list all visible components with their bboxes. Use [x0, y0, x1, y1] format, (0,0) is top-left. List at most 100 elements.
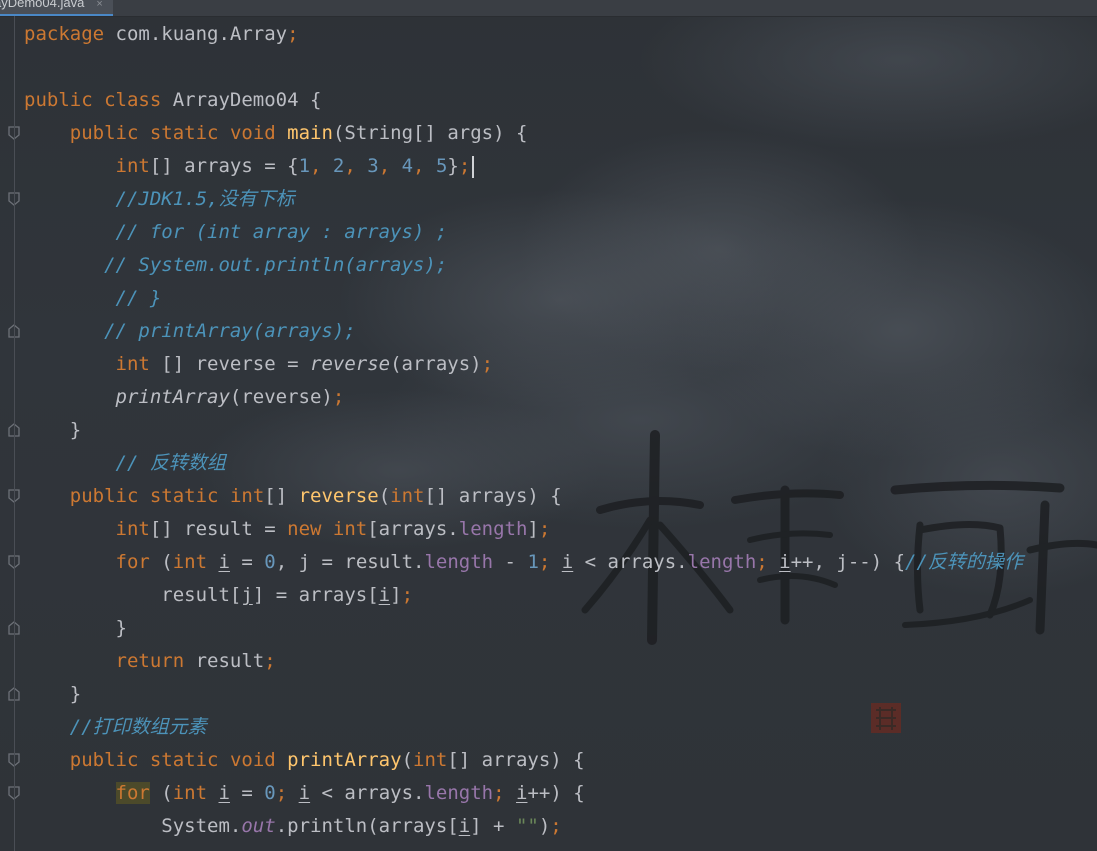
code-line-8[interactable]: // System.out.println(arrays); — [24, 249, 1097, 282]
type: int — [115, 518, 150, 540]
comment: //打印数组元素 — [69, 716, 207, 738]
code-line-6[interactable]: //JDK1.5,没有下标 — [24, 183, 1097, 216]
punctuation: ; — [538, 518, 551, 540]
code-line-10[interactable]: // printArray(arrays); — [24, 315, 1097, 348]
keyword: class — [104, 89, 162, 111]
code-line-9[interactable]: // } — [24, 282, 1097, 315]
type: int — [229, 485, 265, 507]
file-tab-arraydemo04[interactable]: ayDemo04.java × — [0, 0, 113, 16]
code-text: ++ — [790, 551, 814, 573]
code-line-17[interactable]: for (int i = 0, j = result.length - 1; i… — [24, 546, 1097, 579]
code-text: System. — [161, 815, 242, 837]
variable: i — [298, 782, 311, 804]
keyword: for — [115, 782, 150, 804]
field: length — [424, 782, 494, 804]
code-line-1[interactable]: package com.kuang.Array; — [24, 18, 1097, 51]
punctuation: ; — [756, 551, 780, 573]
code-text: result — [184, 650, 265, 672]
comment: // System.out.println(arrays); — [104, 254, 448, 276]
punctuation: ; — [332, 386, 345, 408]
code-line-23[interactable]: public static void printArray(int[] arra… — [24, 744, 1097, 777]
number: 5 — [435, 155, 448, 177]
comment: // } — [115, 287, 162, 309]
code-text: } — [69, 419, 82, 441]
code-text: - — [493, 551, 528, 573]
variable: j — [241, 584, 253, 606]
code-line-25[interactable]: System.out.println(arrays[i] + ""); — [24, 810, 1097, 843]
keyword: package — [24, 23, 105, 45]
number: 0 — [264, 782, 276, 804]
code-text: [] — [264, 485, 299, 507]
code-line-12[interactable]: printArray(reverse); — [24, 381, 1097, 414]
code-line-5[interactable]: int[] arrays = {1, 2, 3, 4, 5}; — [24, 150, 1097, 183]
keyword: public — [69, 122, 139, 144]
code-text: ] — [527, 518, 539, 540]
editor-window: ayDemo04.java × package com.kuang.Array; … — [0, 0, 1097, 851]
code-text: ] + — [470, 815, 516, 837]
comment: // printArray(arrays); — [104, 320, 356, 342]
punctuation: ; — [287, 23, 299, 45]
field: length — [424, 551, 494, 573]
punctuation: ; — [458, 155, 471, 177]
code-line-18[interactable]: result[j] = arrays[i]; — [24, 579, 1097, 612]
code-line-14[interactable]: // 反转数组 — [24, 447, 1097, 480]
code-text: ( — [378, 485, 391, 507]
keyword: public — [69, 749, 139, 771]
code-text: = — [229, 551, 265, 573]
static-field: out — [241, 815, 276, 837]
code-line-11[interactable]: int [] reverse = reverse(arrays); — [24, 348, 1097, 381]
keyword: for — [115, 551, 150, 573]
code-editor[interactable]: package com.kuang.Array; public class Ar… — [24, 18, 1097, 843]
variable: i — [458, 815, 471, 837]
code-text: (String[] args) { — [332, 122, 528, 144]
code-text: ( — [149, 782, 173, 804]
code-line-3[interactable]: public class ArrayDemo04 { — [24, 84, 1097, 117]
code-line-20[interactable]: return result; — [24, 645, 1097, 678]
code-line-7[interactable]: // for (int array : arrays) ; — [24, 216, 1097, 249]
type: int — [390, 485, 425, 507]
code-line-4[interactable]: public static void main(String[] args) { — [24, 117, 1097, 150]
method-call: printArray — [115, 386, 230, 408]
class-name: ArrayDemo04 { — [161, 89, 322, 111]
punctuation: ; — [538, 551, 562, 573]
comment: // 反转数组 — [115, 452, 226, 474]
code-text: [] arrays) { — [447, 749, 585, 771]
method-name: printArray — [287, 749, 402, 771]
code-text: ( — [149, 551, 173, 573]
code-line-21[interactable]: } — [24, 678, 1097, 711]
number: 0 — [264, 551, 276, 573]
file-tab-label: ayDemo04.java — [0, 0, 85, 10]
method-call: reverse — [310, 353, 391, 375]
code-line-19[interactable]: } — [24, 612, 1097, 645]
keyword: static — [149, 749, 219, 771]
punctuation: ; — [481, 353, 494, 375]
code-text: } — [447, 155, 459, 177]
code-text: } — [115, 617, 127, 639]
code-text: com.kuang.Array — [104, 23, 288, 45]
code-line-16[interactable]: int[] result = new int[arrays.length]; — [24, 513, 1097, 546]
code-line-22[interactable]: //打印数组元素 — [24, 711, 1097, 744]
code-line-13[interactable]: } — [24, 414, 1097, 447]
close-icon[interactable]: × — [96, 0, 102, 10]
code-text: [] arrays) { — [424, 485, 562, 507]
number: 1 — [527, 551, 539, 573]
number: 4 — [401, 155, 414, 177]
type: int — [115, 353, 150, 375]
field: length — [458, 518, 528, 540]
code-line-2[interactable] — [24, 51, 1097, 84]
code-line-24[interactable]: for (int i = 0; i < arrays.length; i++) … — [24, 777, 1097, 810]
code-text: .println(arrays[ — [275, 815, 459, 837]
variable: i — [218, 782, 230, 804]
keyword: public — [24, 89, 93, 111]
code-text: , j--) { — [813, 551, 906, 573]
punctuation: ; — [493, 782, 517, 804]
comment: //反转的操作 — [905, 551, 1023, 573]
code-text: = — [229, 782, 265, 804]
code-line-15[interactable]: public static int[] reverse(int[] arrays… — [24, 480, 1097, 513]
variable: i — [378, 584, 391, 606]
keyword: new — [287, 518, 322, 540]
code-text: result[ — [161, 584, 242, 606]
method-name: main — [287, 122, 333, 144]
type: int — [115, 155, 150, 177]
string-literal: "" — [515, 815, 539, 837]
